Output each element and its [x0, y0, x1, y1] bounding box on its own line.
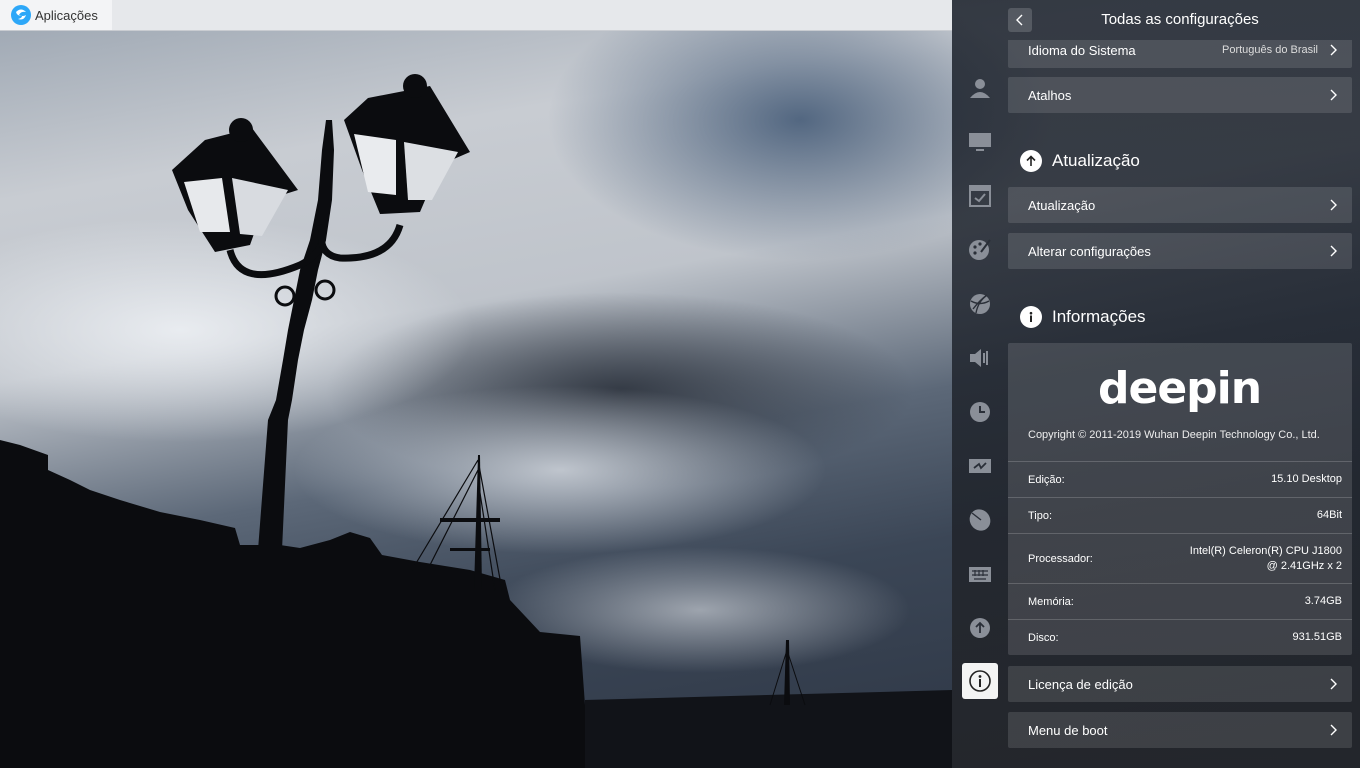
sidebar-item-update[interactable] — [962, 610, 998, 646]
row-update[interactable]: Atualização — [1008, 187, 1352, 223]
power-icon — [969, 459, 991, 473]
wallpaper-silhouette — [0, 74, 952, 768]
default-apps-icon — [969, 185, 991, 207]
copyright-text: Copyright © 2011-2019 Wuhan Deepin Techn… — [1028, 429, 1320, 441]
row-edition-license[interactable]: Licença de edição — [1008, 666, 1352, 702]
launcher-button[interactable]: Aplicações — [0, 0, 112, 30]
info-key: Memória: — [1028, 595, 1074, 608]
chevron-right-icon — [1330, 245, 1337, 257]
row-value: Português do Brasil — [1222, 44, 1318, 56]
info-row-memory: Memória: 3.74GB — [1008, 583, 1352, 619]
account-icon — [970, 79, 990, 98]
info-row-edition: Edição: 15.10 Desktop — [1008, 461, 1352, 497]
personalization-icon — [969, 239, 991, 260]
top-panel: Aplicações — [0, 0, 952, 31]
sidebar-item-keyboard[interactable] — [962, 556, 998, 592]
sidebar-item-accounts[interactable] — [962, 70, 998, 106]
sound-icon — [970, 349, 988, 367]
sidebar-item-network[interactable] — [962, 286, 998, 322]
sidebar-item-power[interactable] — [962, 448, 998, 484]
sidebar-item-sound[interactable] — [962, 340, 998, 376]
settings-content: Idioma do Sistema Português do Brasil At… — [1008, 40, 1352, 768]
sidebar-item-default-apps[interactable] — [962, 178, 998, 214]
chevron-right-icon — [1330, 44, 1337, 56]
row-label: Licença de edição — [1028, 676, 1133, 692]
datetime-icon — [970, 402, 990, 422]
launcher-label: Aplicações — [35, 7, 98, 23]
row-label: Idioma do Sistema — [1028, 42, 1136, 58]
chevron-right-icon — [1330, 199, 1337, 211]
row-label: Atalhos — [1028, 87, 1072, 103]
chevron-right-icon — [1330, 89, 1337, 101]
info-row-processor: Processador: Intel(R) Celeron(R) CPU J18… — [1008, 533, 1352, 583]
section-title-text: Atualização — [1052, 151, 1140, 170]
row-label: Menu de boot — [1028, 722, 1108, 738]
row-shortcuts[interactable]: Atalhos — [1008, 77, 1352, 113]
info-value: 931.51GB — [1292, 631, 1342, 643]
deepin-launcher-icon — [11, 5, 31, 25]
info-key: Processador: — [1028, 552, 1093, 565]
panel-header: Todas as configurações — [952, 0, 1360, 40]
row-boot-menu[interactable]: Menu de boot — [1008, 712, 1352, 748]
keyboard-icon — [969, 567, 991, 582]
row-label: Atualização — [1028, 197, 1096, 213]
info-key: Edição: — [1028, 473, 1065, 486]
display-icon — [969, 133, 991, 151]
info-value: Intel(R) Celeron(R) CPU J1800 — [1189, 544, 1342, 557]
section-update-title: Atualização — [1020, 149, 1140, 173]
row-system-language[interactable]: Idioma do Sistema Português do Brasil — [1008, 40, 1352, 68]
info-value-line2: @ 2.41GHz x 2 — [1266, 559, 1342, 572]
sidebar-item-info[interactable] — [962, 663, 998, 699]
update-section-icon — [1020, 150, 1042, 172]
update-icon — [970, 618, 990, 638]
section-info-title: Informações — [1020, 305, 1146, 329]
info-icon — [969, 670, 991, 692]
info-value: 3.74GB — [1304, 595, 1342, 607]
sidebar-item-personalization[interactable] — [962, 232, 998, 268]
chevron-right-icon — [1330, 678, 1337, 690]
deepin-logo: deepin — [1098, 365, 1262, 413]
section-title-text: Informações — [1052, 307, 1146, 326]
info-key: Disco: — [1028, 631, 1059, 644]
network-icon — [970, 294, 990, 314]
info-value: 64Bit — [1316, 509, 1342, 521]
control-center-panel: Todas as configurações Idioma do Sistema… — [952, 0, 1360, 768]
row-update-settings[interactable]: Alterar configurações — [1008, 233, 1352, 269]
panel-title: Todas as configurações — [1101, 11, 1259, 28]
info-row-type: Tipo: 64Bit — [1008, 497, 1352, 533]
chevron-right-icon — [1330, 724, 1337, 736]
mouse-icon — [969, 509, 991, 531]
sidebar-item-mouse[interactable] — [962, 502, 998, 538]
info-key: Tipo: — [1028, 509, 1053, 522]
info-value: 15.10 Desktop — [1271, 473, 1342, 485]
row-label: Alterar configurações — [1028, 243, 1151, 259]
sidebar-item-datetime[interactable] — [962, 394, 998, 430]
system-info-card: deepin Copyright © 2011-2019 Wuhan Deepi… — [1008, 343, 1352, 655]
sidebar-item-display[interactable] — [962, 124, 998, 160]
svg-text:deepin: deepin — [1098, 365, 1261, 413]
info-row-disk: Disco: 931.51GB — [1008, 619, 1352, 655]
info-section-icon — [1020, 306, 1042, 328]
info-value-group: Intel(R) Celeron(R) CPU J1800 @ 2.41GHz … — [1190, 544, 1342, 574]
